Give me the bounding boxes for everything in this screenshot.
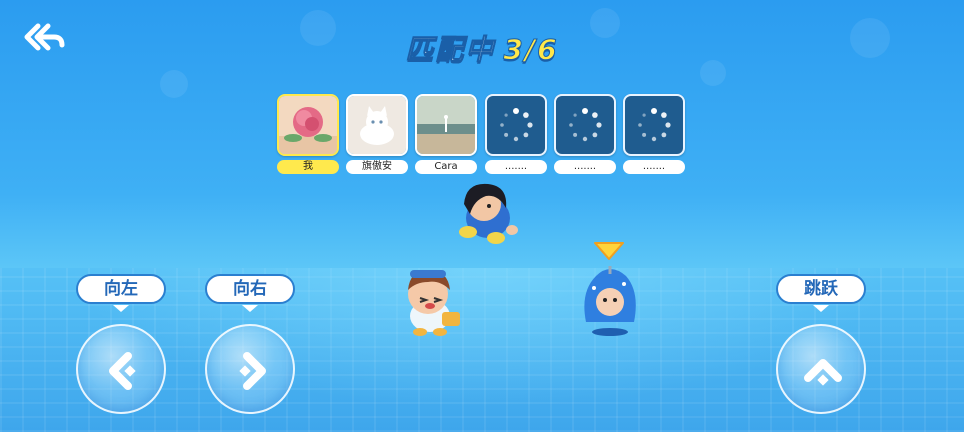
jump-label: 跳跃 (776, 274, 866, 304)
player-slot-me: 我 (277, 94, 339, 174)
character-black-hair (459, 183, 518, 244)
avatar (346, 94, 408, 156)
move-right-label: 向右 (205, 274, 295, 304)
matching-title: 匹配中 3/6 (0, 28, 964, 68)
player-name: Cara (415, 160, 477, 174)
right-arrow-icon (239, 352, 266, 390)
move-right-button[interactable] (205, 324, 295, 414)
player-name: ....... (554, 160, 616, 174)
label-pointer (113, 305, 129, 312)
avatar-placeholder (554, 94, 616, 156)
player-name: 旗傲安 (346, 160, 408, 174)
avatar (415, 94, 477, 156)
game-scene: 匹配中 3/6 我 旗傲安 Cara ....... ....... .....… (0, 0, 964, 432)
avatar-placeholder (623, 94, 685, 156)
move-left-control: 向左 (76, 274, 166, 414)
move-left-button[interactable] (76, 324, 166, 414)
label-pointer (813, 305, 829, 312)
player-slot-waiting: ....... (554, 94, 616, 174)
avatar-placeholder (485, 94, 547, 156)
up-arrow-icon (804, 359, 842, 386)
avatar (277, 94, 339, 156)
cat-avatar-image (348, 96, 406, 154)
rose-avatar-image (279, 96, 337, 154)
title-text: 匹配中 (405, 33, 496, 67)
player-slot: Cara (415, 94, 477, 174)
player-name: ....... (623, 160, 685, 174)
left-arrow-icon (109, 352, 136, 390)
player-name: 我 (277, 160, 339, 174)
character-goggles (408, 270, 460, 336)
yellow-triangle-icon (594, 242, 624, 260)
loading-spinner-icon (638, 108, 671, 142)
move-left-label: 向左 (76, 274, 166, 304)
player-slot: 旗傲安 (346, 94, 408, 174)
label-pointer (242, 305, 258, 312)
background-decoration (160, 70, 188, 98)
jump-button[interactable] (776, 324, 866, 414)
player-slot-waiting: ....... (485, 94, 547, 174)
player-slot-waiting: ....... (623, 94, 685, 174)
loading-spinner-icon (500, 108, 533, 142)
loading-spinner-icon (569, 108, 602, 142)
player-count: 3/6 (503, 33, 559, 67)
move-right-control: 向右 (205, 274, 295, 414)
jump-control: 跳跃 (776, 274, 866, 414)
player-slots: 我 旗傲安 Cara ....... ....... ....... (277, 94, 687, 176)
character-blue-hood (584, 266, 636, 336)
player-name: ....... (485, 160, 547, 174)
beach-avatar-image (417, 96, 475, 154)
